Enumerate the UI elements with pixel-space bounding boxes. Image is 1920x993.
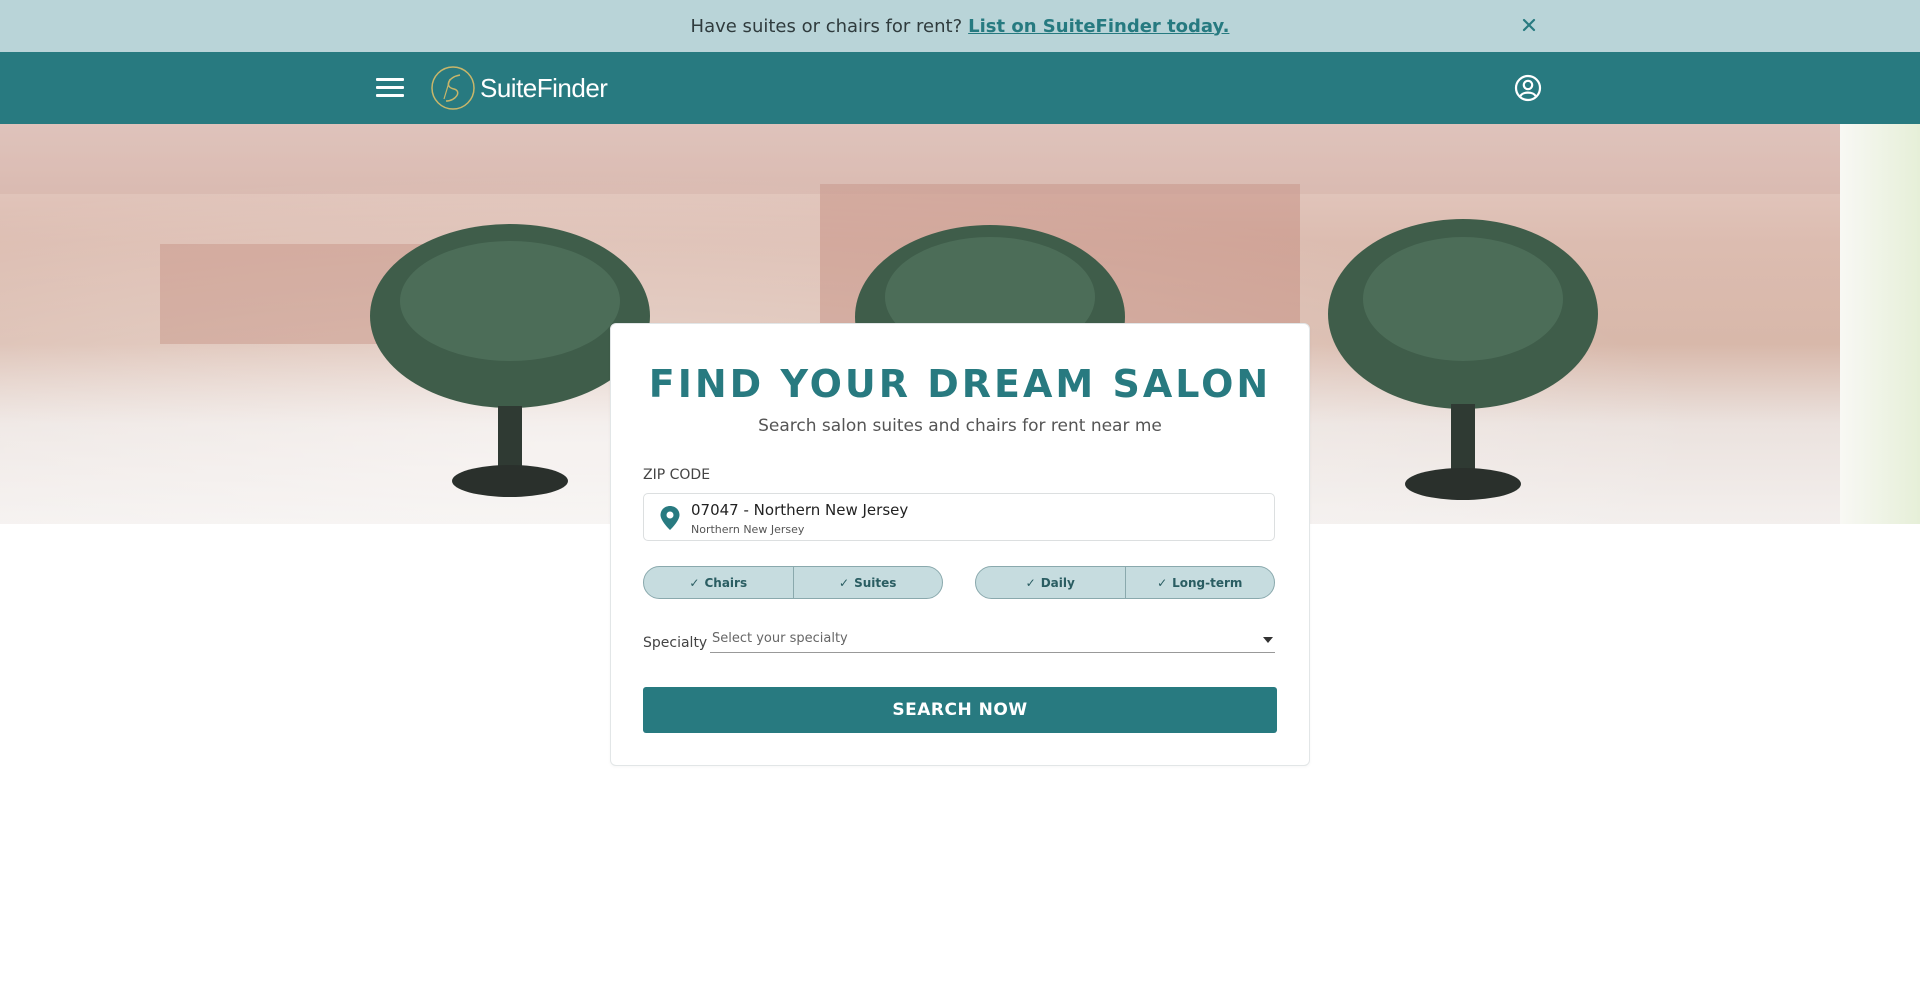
specialty-placeholder: Select your specialty: [712, 631, 848, 646]
announcement-banner: Have suites or chairs for rent? List on …: [0, 0, 1920, 52]
user-circle-icon: [1514, 74, 1542, 102]
zip-code-input[interactable]: 07047 - Northern New Jersey Northern New…: [643, 493, 1275, 541]
page-subtitle: Search salon suites and chairs for rent …: [758, 416, 1162, 436]
close-icon: [1522, 18, 1536, 32]
banner-text: Have suites or chairs for rent?: [690, 15, 963, 37]
daily-toggle[interactable]: ✓ Daily: [976, 567, 1125, 598]
salon-chair-image: [1328, 219, 1598, 500]
zip-code-label: ZIP CODE: [643, 467, 711, 483]
account-button[interactable]: [1514, 74, 1542, 102]
suitefinder-logo[interactable]: SuiteFinder: [430, 64, 608, 112]
rental-type-toggle: ✓ Chairs ✓ Suites: [643, 566, 943, 599]
salon-search-card: FIND YOUR DREAM SALON Search salon suite…: [610, 323, 1310, 766]
check-icon: ✓: [1157, 575, 1168, 590]
zip-code-value: 07047 - Northern New Jersey: [691, 501, 909, 519]
hamburger-menu-icon[interactable]: [376, 75, 404, 101]
location-pin-icon: [660, 506, 680, 530]
logo-mark-icon: [431, 66, 475, 110]
suites-toggle[interactable]: ✓ Suites: [792, 567, 943, 598]
page-title: FIND YOUR DREAM SALON: [648, 362, 1272, 406]
daily-toggle-label: Daily: [1040, 575, 1075, 590]
chairs-toggle-label: Chairs: [704, 575, 748, 590]
long-term-toggle-label: Long-term: [1172, 575, 1243, 590]
chairs-toggle[interactable]: ✓ Chairs: [644, 567, 793, 598]
long-term-toggle[interactable]: ✓ Long-term: [1124, 567, 1275, 598]
specialty-label: Specialty: [643, 635, 708, 651]
check-icon: ✓: [839, 575, 850, 590]
search-now-button[interactable]: SEARCH NOW: [643, 687, 1277, 733]
specialty-select[interactable]: Select your specialty: [710, 628, 1275, 653]
duration-toggle: ✓ Daily ✓ Long-term: [975, 566, 1275, 599]
logo-text: SuiteFinder: [480, 72, 608, 103]
check-icon: ✓: [1025, 575, 1036, 590]
caret-down-icon: [1263, 637, 1273, 643]
close-banner-button[interactable]: [1517, 13, 1541, 37]
suites-toggle-label: Suites: [854, 575, 897, 590]
list-on-suitefinder-link[interactable]: List on SuiteFinder today.: [968, 16, 1229, 37]
zip-code-region: Northern New Jersey: [691, 523, 805, 536]
site-header: SuiteFinder: [0, 52, 1920, 124]
check-icon: ✓: [689, 575, 700, 590]
